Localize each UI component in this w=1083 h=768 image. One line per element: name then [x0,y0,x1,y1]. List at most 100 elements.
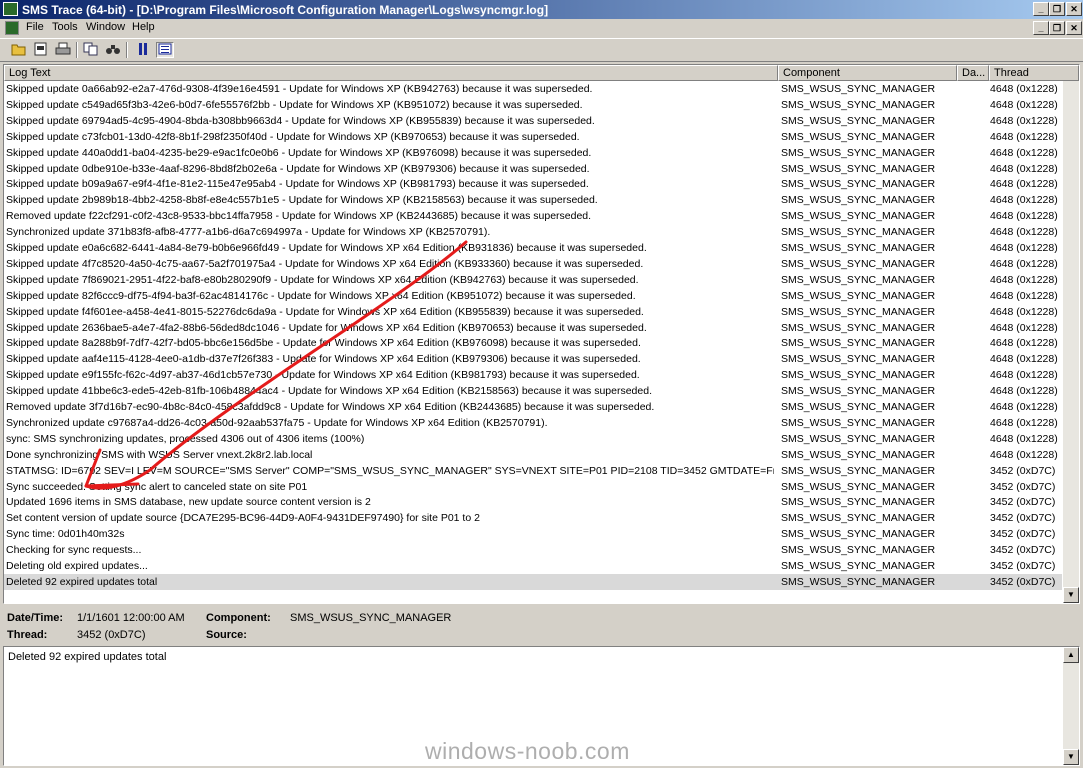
thread-cell: 4648 (0x1228) [990,146,1058,159]
log-row[interactable]: Skipped update c73fcb01-13d0-42f8-8b1f-2… [4,129,1062,145]
log-text-cell: Skipped update 2636bae5-a4e7-4fa2-88b6-5… [6,321,647,334]
menu-help[interactable]: Help [132,21,155,33]
scroll-up-icon[interactable]: ▲ [1063,647,1079,663]
log-row[interactable]: Skipped update 7f869021-2951-4f22-baf8-e… [4,272,1062,288]
restore-icon[interactable]: ❐ [1049,2,1065,16]
component-cell: SMS_WSUS_SYNC_MANAGER [781,512,936,525]
component-cell: SMS_WSUS_SYNC_MANAGER [781,130,936,143]
component-label: Component: [206,612,271,624]
component-cell: SMS_WSUS_SYNC_MANAGER [781,544,936,557]
log-row[interactable]: Skipped update 69794ad5-4c95-4904-8bda-b… [4,113,1062,129]
message-scrollbar[interactable]: ▲ ▼ [1063,647,1079,765]
doc-close-icon[interactable]: ✕ [1066,21,1082,35]
log-row[interactable]: Skipped update 0a66ab92-e2a7-476d-9308-4… [4,81,1062,97]
thread-cell: 4648 (0x1228) [990,305,1058,318]
log-row[interactable]: Skipped update f4f601ee-a458-4e41-8015-5… [4,304,1062,320]
thread-cell: 4648 (0x1228) [990,385,1058,398]
log-row[interactable]: Skipped update 8a288b9f-7df7-42f7-bd05-b… [4,335,1062,351]
thread-cell: 4648 (0x1228) [990,432,1058,445]
component-cell: SMS_WSUS_SYNC_MANAGER [781,416,936,429]
log-row[interactable]: Updated 1696 items in SMS database, new … [4,494,1062,510]
toolbar-separator [126,42,128,58]
log-row[interactable]: Deleting old expired updates... SMS_WSUS_… [4,558,1062,574]
component-cell: SMS_WSUS_SYNC_MANAGER [781,194,936,207]
component-cell: SMS_WSUS_SYNC_MANAGER [781,83,936,95]
log-row[interactable]: Skipped update c549ad65f3b3-42e6-b0d7-6f… [4,97,1062,113]
log-row[interactable]: Deleted 92 expired updates total SMS_WSUS… [4,573,1062,590]
highlight-icon[interactable] [156,42,174,58]
log-row[interactable]: STATMSG: ID=6702 SEV=I LEV=M SOURCE="SMS… [4,463,1062,479]
document-icon[interactable] [5,21,19,35]
component-cell: SMS_WSUS_SYNC_MANAGER [781,575,936,588]
log-text-cell: Skipped update 0a66ab92-e2a7-476d-9308-4… [6,83,593,95]
log-text-cell: Skipped update 440a0dd1-ba04-4235-be29-e… [6,146,592,159]
log-text-cell: sync: SMS synchronizing updates, process… [6,432,365,445]
scroll-down-icon[interactable]: ▼ [1063,749,1079,765]
component-cell: SMS_WSUS_SYNC_MANAGER [781,210,936,223]
log-text-cell: Sync succeeded. Setting sync alert to ca… [6,480,308,493]
doc-minimize-icon[interactable]: _ [1033,21,1049,35]
column-header-log-text[interactable]: Log Text [4,65,778,81]
log-row[interactable]: Skipped update 2636bae5-a4e7-4fa2-88b6-5… [4,320,1062,336]
doc-restore-icon[interactable]: ❐ [1049,21,1065,35]
copy-icon[interactable] [82,42,100,58]
log-row[interactable]: Sync succeeded. Setting sync alert to ca… [4,479,1062,495]
sms-trace-app-icon[interactable] [3,2,18,16]
log-row[interactable]: Removed update 3f7d16b7-ec90-4b8c-84c0-4… [4,399,1062,415]
vertical-scrollbar[interactable]: ▼ [1063,81,1079,603]
print-preview-icon[interactable] [32,42,50,58]
log-text-cell: Deleting old expired updates... [6,560,148,572]
log-row[interactable]: Skipped update 4f7c8520-4a50-4c75-aa67-5… [4,256,1062,272]
component-cell: SMS_WSUS_SYNC_MANAGER [781,369,936,382]
thread-cell: 4648 (0x1228) [990,353,1058,366]
log-row[interactable]: Skipped update 41bbe6c3-ede5-42eb-81fb-1… [4,383,1062,399]
column-header-date[interactable]: Da... [957,65,989,81]
log-row[interactable]: Skipped update aaf4e115-4128-4ee0-a1db-d… [4,351,1062,367]
component-cell: SMS_WSUS_SYNC_MANAGER [781,432,936,445]
scroll-down-icon[interactable]: ▼ [1063,587,1079,603]
menu-window[interactable]: Window [86,21,125,33]
minimize-icon[interactable]: _ [1033,2,1049,16]
log-row[interactable]: Skipped update e9f155fc-f62c-4d97-ab37-4… [4,367,1062,383]
log-row[interactable]: Checking for sync requests... SMS_WSUS_SY… [4,542,1062,558]
column-header-component[interactable]: Component [778,65,957,81]
find-icon[interactable] [104,42,122,58]
log-row[interactable]: sync: SMS synchronizing updates, process… [4,431,1062,447]
menu-tools[interactable]: Tools [52,21,78,33]
thread-cell: 4648 (0x1228) [990,369,1058,382]
column-header-thread[interactable]: Thread [989,65,1079,81]
thread-label: Thread: [7,629,48,641]
log-row[interactable]: Skipped update e0a6c682-6441-4a84-8e79-b… [4,240,1062,256]
pause-icon[interactable] [134,42,152,58]
thread-cell: 4648 (0x1228) [990,178,1058,191]
details-pane: Date/Time: 1/1/1601 12:00:00 AM Componen… [3,606,1080,646]
log-list[interactable]: Log Text Component Da... Thread Skipped … [3,64,1080,604]
component-cell: SMS_WSUS_SYNC_MANAGER [781,146,936,159]
print-icon[interactable] [54,42,72,58]
log-row[interactable]: Skipped update 440a0dd1-ba04-4235-be29-e… [4,145,1062,161]
log-row[interactable]: Set content version of update source {DC… [4,510,1062,526]
component-cell: SMS_WSUS_SYNC_MANAGER [781,305,936,318]
component-cell: SMS_WSUS_SYNC_MANAGER [781,257,936,270]
log-row[interactable]: Synchronized update 371b83f8-afb8-4777-a… [4,224,1062,240]
component-cell: SMS_WSUS_SYNC_MANAGER [781,353,936,366]
log-row[interactable]: Sync time: 0d01h40m32s SMS_WSUS_SYNC_MANA… [4,526,1062,542]
log-row[interactable]: Skipped update 2b989b18-4bb2-4258-8b8f-e… [4,192,1062,208]
log-row[interactable]: Done synchronizing SMS with WSUS Server … [4,447,1062,463]
watermark-text: windows-noob.com [425,738,630,764]
log-text-cell: Skipped update f4f601ee-a458-4e41-8015-5… [6,305,644,318]
log-text-cell: Skipped update c73fcb01-13d0-42f8-8b1f-2… [6,130,580,143]
log-row[interactable]: Skipped update 0dbe910e-b33e-4aaf-8296-8… [4,161,1062,177]
log-row[interactable]: Removed update f22cf291-c0f2-43c8-9533-b… [4,208,1062,224]
log-row[interactable]: Skipped update 82f6ccc9-df75-4f94-ba3f-6… [4,288,1062,304]
log-row[interactable]: Skipped update b09a9a67-e9f4-4f1e-81e2-1… [4,176,1062,192]
log-row[interactable]: Synchronized update c97687a4-dd26-4c03-a… [4,415,1062,431]
datetime-label: Date/Time: [7,612,64,624]
log-text-cell: STATMSG: ID=6702 SEV=I LEV=M SOURCE="SMS… [6,464,774,477]
close-icon[interactable]: ✕ [1066,2,1082,16]
log-text-cell: Skipped update 2b989b18-4bb2-4258-8b8f-e… [6,194,598,207]
menu-file[interactable]: File [26,21,44,33]
component-cell: SMS_WSUS_SYNC_MANAGER [781,114,936,127]
open-icon[interactable] [10,42,28,58]
log-text-cell: Synchronized update 371b83f8-afb8-4777-a… [6,226,491,239]
